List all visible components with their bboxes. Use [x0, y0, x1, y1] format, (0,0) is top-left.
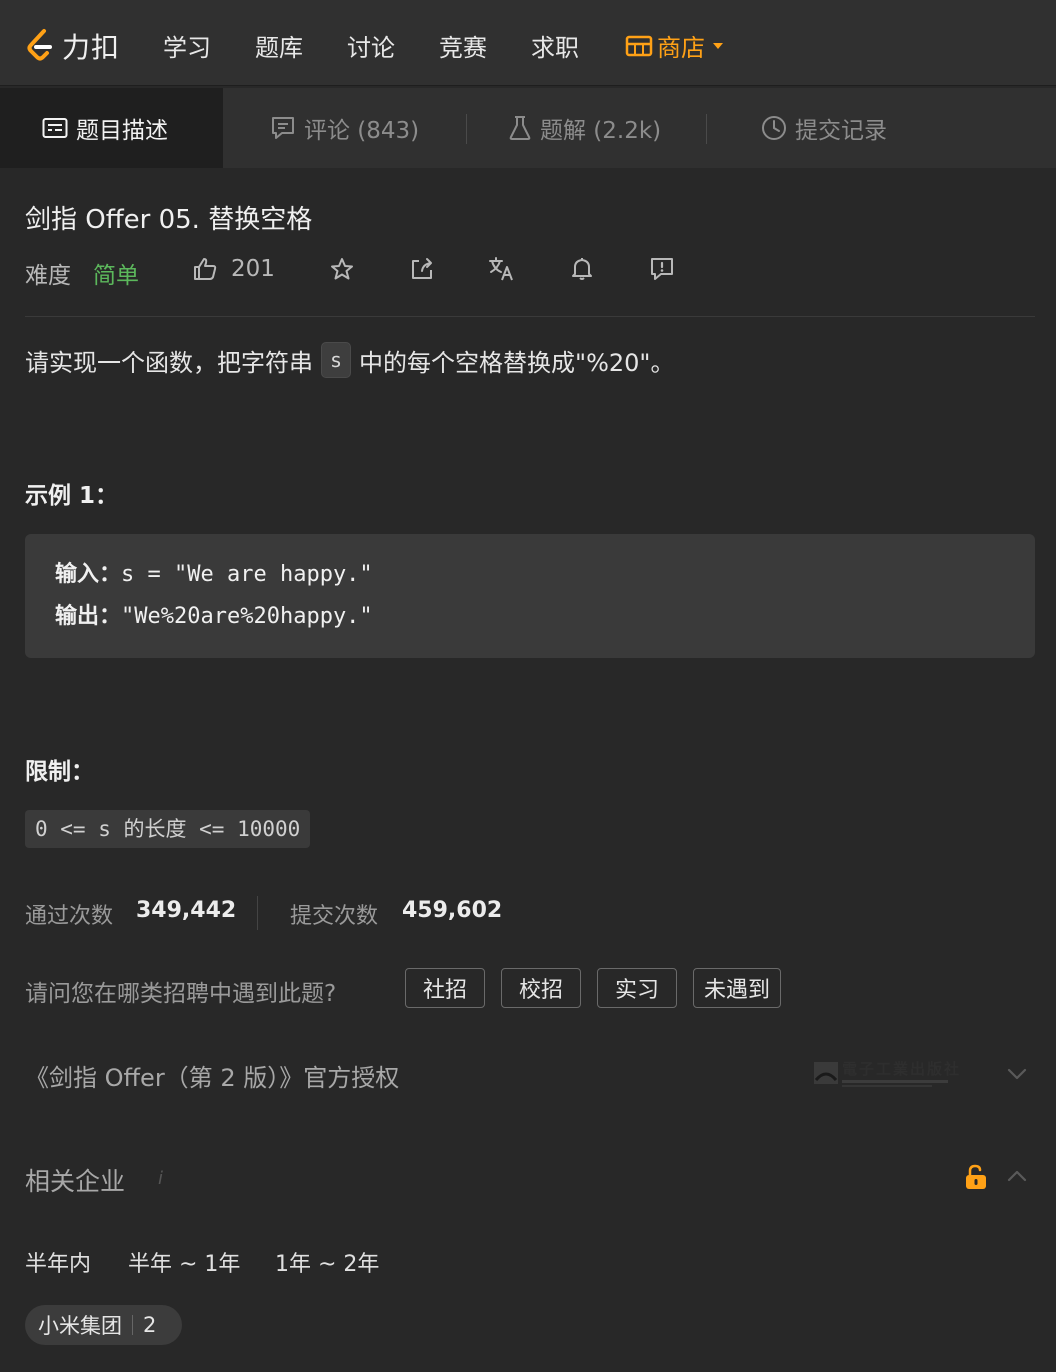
share-button[interactable] [409, 256, 435, 286]
tab-divider [466, 114, 467, 144]
accepted-label: 通过次数 [25, 904, 114, 929]
top-navbar: 力扣 学习 题库 讨论 竞赛 求职 商店 [0, 0, 1056, 86]
period-filter-6to12months[interactable]: 半年 ~ 1年 [128, 1246, 240, 1278]
difficulty-badge: 简单 [93, 263, 139, 289]
survey-option-campus[interactable]: 校招 [501, 968, 581, 1008]
related-companies-heading: 相关企业 [25, 1167, 126, 1196]
nav-item-discuss[interactable]: 讨论 [347, 28, 395, 63]
example-output-value: "We%20are%20happy." [121, 604, 373, 629]
authorization-text: 《剑指 Offer（第 2 版）》官方授权 [25, 1064, 400, 1092]
example-code-block: 输入：s = "We are happy." 输出："We%20are%20ha… [25, 534, 1035, 658]
interview-survey-question: 请问您在哪类招聘中遇到此题? [25, 981, 337, 1007]
nav-item-jobs[interactable]: 求职 [531, 28, 579, 63]
tab-label: 评论 (843) [304, 118, 420, 144]
limits-heading: 限制： [25, 759, 94, 785]
leetcode-logo-icon [27, 29, 52, 61]
comment-icon [272, 117, 294, 139]
tab-solutions[interactable]: 题解 (2.2k) [508, 88, 661, 168]
nav-item-store[interactable]: 商店 [625, 28, 723, 63]
description-icon [42, 118, 68, 138]
like-button[interactable] [192, 256, 218, 286]
chevron-down-icon [1007, 1068, 1027, 1080]
unlock-button[interactable] [962, 1163, 990, 1195]
clock-icon [762, 116, 786, 140]
unlock-icon [966, 1164, 986, 1189]
constraint-code: 0 <= s 的长度 <= 10000 [25, 810, 311, 848]
publisher-name: 電子工業出版社 [842, 1060, 962, 1078]
tab-divider [706, 114, 707, 144]
tab-label: 题解 (2.2k) [540, 118, 662, 144]
like-count: 201 [231, 256, 275, 282]
accepted-value: 349,442 [136, 898, 237, 923]
submitted-value: 459,602 [402, 898, 503, 923]
store-label: 商店 [657, 34, 705, 62]
feedback-button[interactable] [649, 256, 675, 286]
example-heading: 示例 1： [25, 483, 119, 509]
company-tag-divider [132, 1315, 133, 1335]
tab-label: 题目描述 [76, 118, 168, 144]
store-icon [625, 35, 653, 56]
leetcode-logo[interactable]: 力扣 [24, 26, 120, 66]
problem-title: 剑指 Offer 05. 替换空格 [25, 205, 313, 235]
problem-tabs: 题目描述 评论 (843) 题解 (2.2k) 提交记录 [0, 88, 1056, 168]
bell-icon [572, 258, 592, 280]
stats-divider [257, 896, 258, 930]
favorite-button[interactable] [329, 256, 355, 286]
submission-stats: 通过次数 349,442 提交次数 459,602 [25, 896, 625, 932]
nav-item-learn[interactable]: 学习 [163, 28, 211, 63]
submitted-label: 提交次数 [290, 904, 379, 929]
logo-text: 力扣 [62, 31, 121, 64]
company-count: 2 [143, 1313, 157, 1337]
collapse-related-button[interactable] [1004, 1166, 1030, 1190]
time-period-filters: 半年内 半年 ~ 1年 1年 ~ 2年 [25, 1246, 525, 1278]
share-icon [412, 258, 432, 279]
company-name: 小米集团 [38, 1314, 122, 1338]
problem-description: 请实现一个函数，把字符串 s 中的每个空格替换成"%20"。 [25, 342, 674, 378]
feedback-icon [651, 258, 673, 280]
tab-submissions[interactable]: 提交记录 [761, 88, 887, 168]
example-input-line: 输入：s = "We are happy." [55, 554, 1005, 596]
survey-option-intern[interactable]: 实习 [597, 968, 677, 1008]
chevron-down-icon [713, 42, 723, 49]
publisher-logo: 電子工業出版社 [812, 1058, 959, 1090]
nav-item-problemset[interactable]: 题库 [255, 28, 303, 63]
chevron-up-icon [1007, 1170, 1027, 1182]
description-text: 请实现一个函数，把字符串 [25, 348, 313, 377]
survey-option-none[interactable]: 未遇到 [693, 968, 781, 1008]
period-filter-6months[interactable]: 半年内 [25, 1246, 91, 1278]
inline-code: s [321, 342, 352, 378]
tab-label: 提交记录 [795, 118, 887, 144]
nav-item-contest[interactable]: 竞赛 [439, 28, 487, 63]
example-input-key: 输入： [55, 562, 122, 587]
company-tag[interactable]: 小米集团 2 [25, 1305, 182, 1345]
period-filter-1to2years[interactable]: 1年 ~ 2年 [275, 1246, 379, 1278]
description-text: 中的每个空格替换成"%20"。 [359, 348, 675, 377]
section-divider [25, 316, 1035, 317]
tab-comments[interactable]: 评论 (843) [270, 88, 419, 168]
thumbs-up-icon [194, 258, 217, 280]
example-input-value: s = "We are happy." [121, 562, 373, 587]
expand-authorization-button[interactable] [1004, 1064, 1030, 1088]
example-output-line: 输出："We%20are%20happy." [55, 596, 1005, 638]
info-icon: i [158, 1168, 164, 1189]
survey-option-social[interactable]: 社招 [405, 968, 485, 1008]
example-output-key: 输出： [55, 604, 122, 629]
problem-meta: 难度 简单 201 [25, 254, 725, 289]
tab-description[interactable]: 题目描述 [0, 88, 223, 168]
translate-button[interactable] [488, 256, 516, 286]
star-icon [331, 258, 353, 280]
difficulty-label: 难度 [25, 263, 71, 289]
translate-icon [489, 257, 513, 281]
subscribe-button[interactable] [570, 256, 594, 286]
flask-icon [509, 116, 531, 140]
